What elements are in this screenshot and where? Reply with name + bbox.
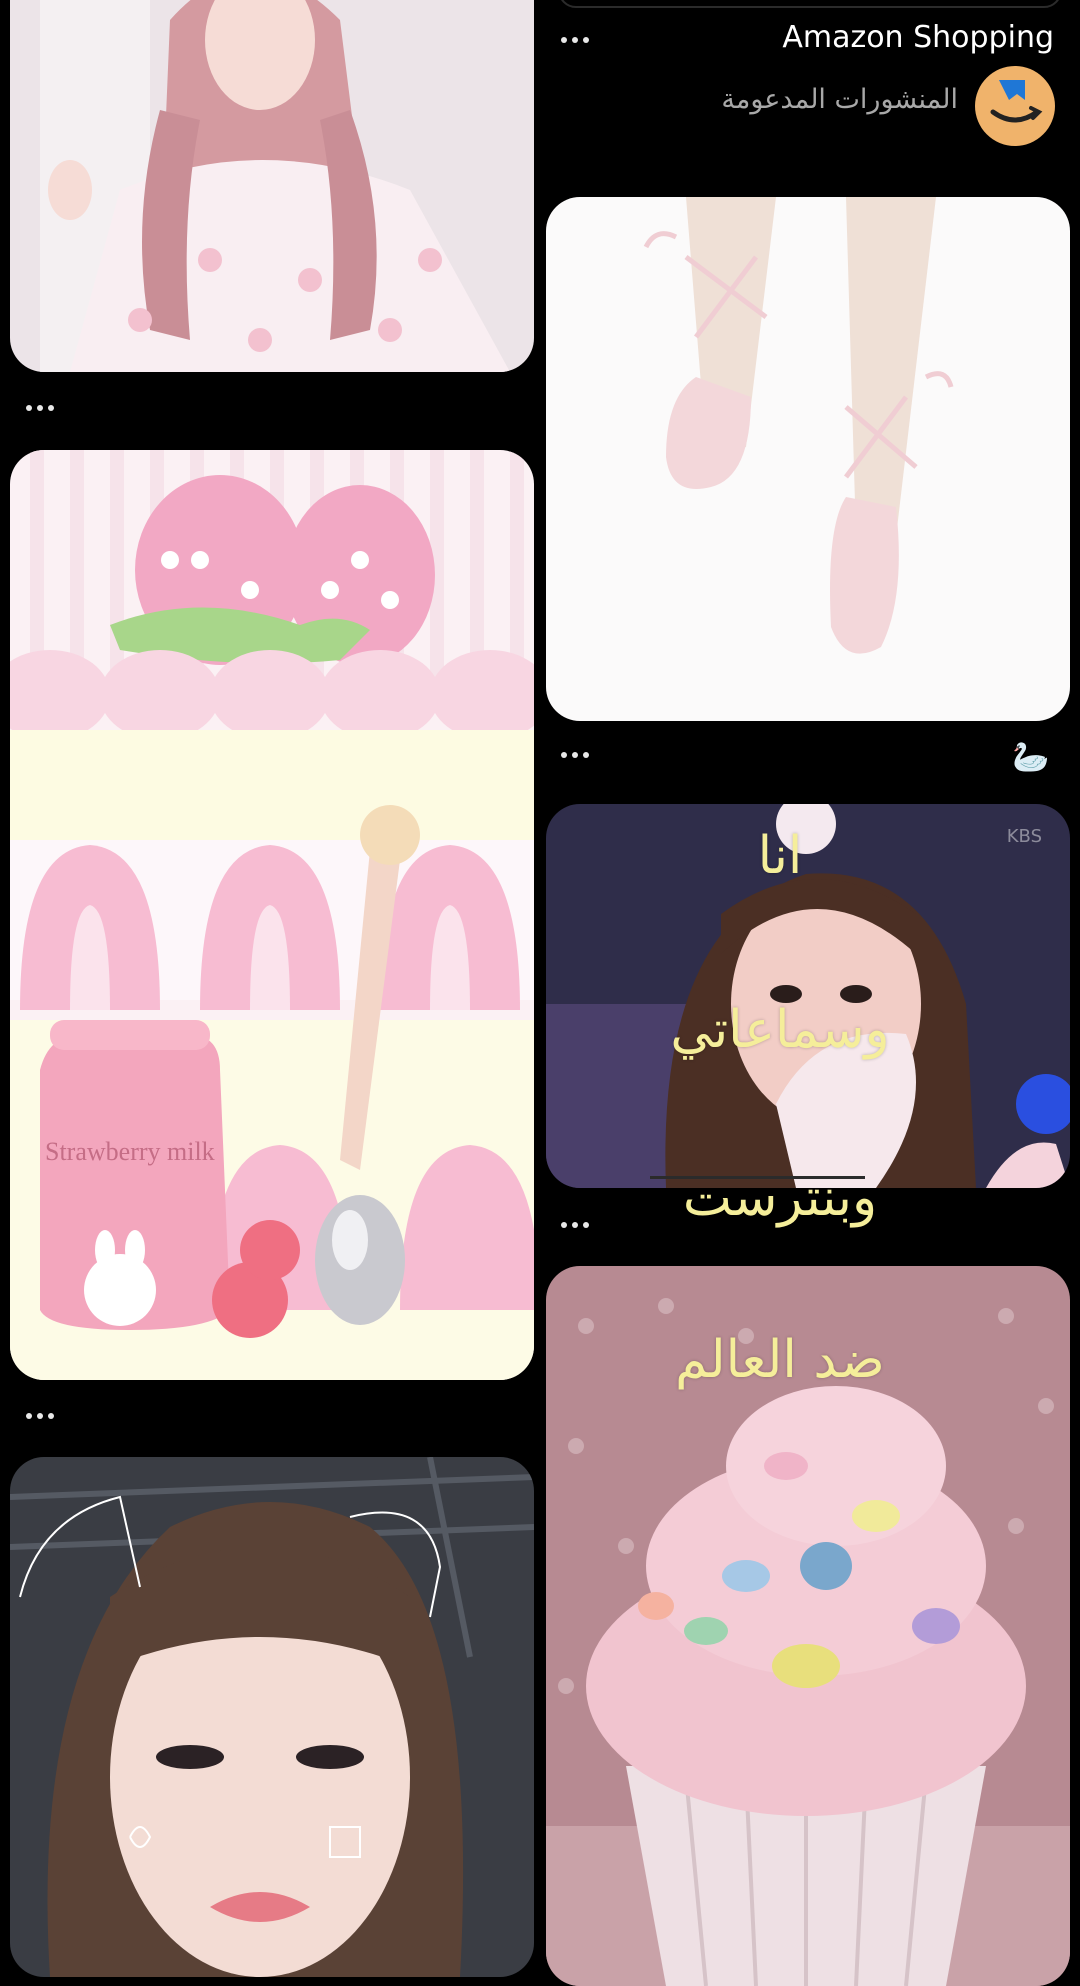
- bottle-label: Strawberry milk: [45, 1137, 215, 1166]
- pin-options-button[interactable]: [555, 745, 595, 765]
- ballet-shoes-image: [546, 197, 1070, 721]
- pin-options-button[interactable]: [20, 1406, 60, 1426]
- sponsored-options-button[interactable]: [555, 30, 595, 50]
- overlay-line-4: ضد العالم: [675, 1330, 885, 1390]
- pin-options-button[interactable]: [20, 398, 60, 418]
- sponsored-brand[interactable]: Amazon Shopping: [782, 20, 1054, 55]
- sponsored-card-top-edge: [558, 0, 1062, 8]
- pajama-girl-image: [10, 0, 534, 372]
- amazon-avatar[interactable]: [975, 66, 1055, 146]
- pin-options-button[interactable]: [555, 1215, 595, 1235]
- sponsored-label: المنشورات المدعومة: [721, 84, 958, 115]
- kbs-watermark: KBS: [1006, 826, 1042, 847]
- overlay-line-3: وبنترست: [682, 1168, 878, 1228]
- pin-caption: 🦢: [1012, 740, 1050, 775]
- overlay-line-1: انا: [757, 826, 803, 886]
- pin-ballet-shoes[interactable]: [546, 197, 1070, 721]
- cat-face-girl-image: [10, 1457, 534, 1977]
- amazon-logo-icon: [990, 80, 1043, 123]
- strawberry-milk-image: Strawberry milk: [10, 450, 534, 1380]
- pin-strawberry-milk[interactable]: Strawberry milk: [10, 450, 534, 1380]
- pin-cat-face-girl[interactable]: [10, 1457, 534, 1977]
- overlay-line-2: وسماعاتي: [670, 1000, 890, 1060]
- pin-pajama-girl[interactable]: [10, 0, 534, 372]
